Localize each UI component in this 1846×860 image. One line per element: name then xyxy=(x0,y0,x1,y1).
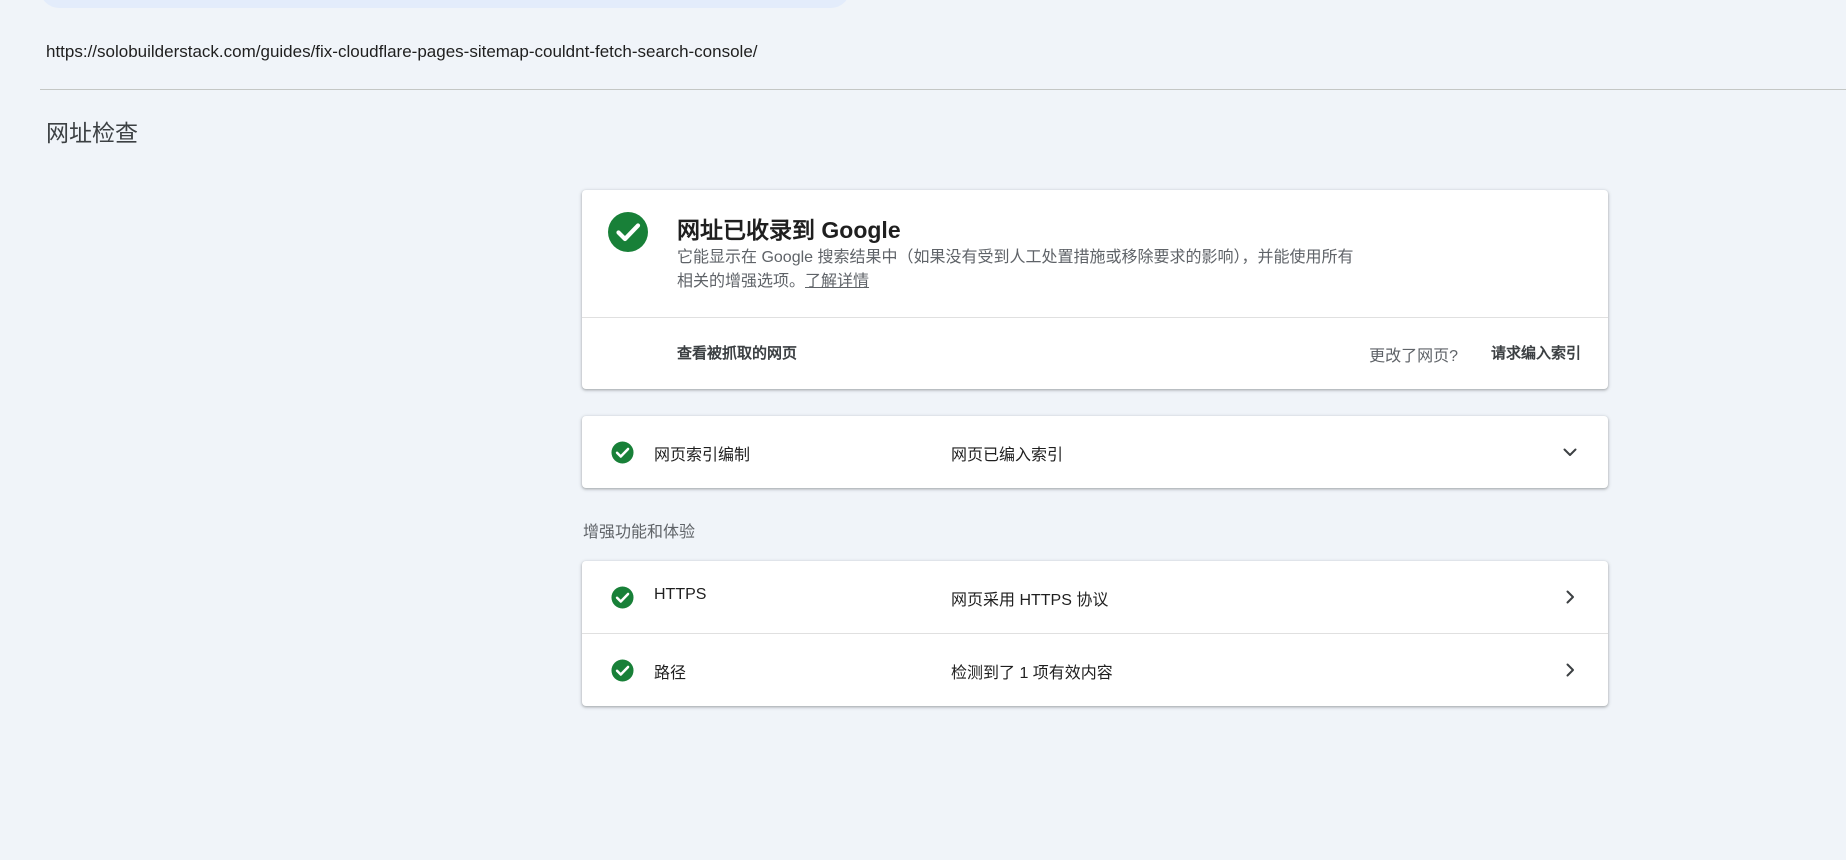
view-crawled-page-button[interactable]: 查看被抓取的网页 xyxy=(677,342,797,363)
page-title: 网址检查 xyxy=(46,120,138,146)
enhancements-section-label: 增强功能和体验 xyxy=(583,524,696,541)
indexing-row[interactable]: 网页索引编制 网页已编入索引 xyxy=(582,416,1608,488)
chevron-down-icon[interactable] xyxy=(1562,444,1578,460)
enhancement-label: 路径 xyxy=(654,665,687,682)
status-card: 网址已收录到 Google 它能显示在 Google 搜索结果中（如果没有受到人… xyxy=(582,190,1608,389)
status-summary: 网址已收录到 Google 它能显示在 Google 搜索结果中（如果没有受到人… xyxy=(582,190,1608,317)
check-circle-icon xyxy=(611,659,634,682)
indexing-card: 网页索引编制 网页已编入索引 xyxy=(582,416,1608,488)
learn-more-link[interactable]: 了解详情 xyxy=(805,273,869,290)
indexing-label: 网页索引编制 xyxy=(654,447,751,464)
chevron-right-icon[interactable] xyxy=(1562,662,1578,678)
search-bar-top[interactable] xyxy=(40,0,850,8)
status-title: 网址已收录到 Google xyxy=(677,217,901,243)
enhancement-value: 检测到了 1 项有效内容 xyxy=(951,665,1113,682)
status-actions: 查看被抓取的网页 更改了网页? 请求编入索引 xyxy=(582,318,1608,389)
enhancement-row-breadcrumbs[interactable]: 路径 检测到了 1 项有效内容 xyxy=(582,633,1608,706)
indexing-value: 网页已编入索引 xyxy=(951,447,1064,464)
enhancements-card: HTTPS 网页采用 HTTPS 协议 路径 检测到了 1 项有效内容 xyxy=(582,561,1608,706)
inspected-url: https://solobuilderstack.com/guides/fix-… xyxy=(46,42,758,61)
status-description-text: 它能显示在 Google 搜索结果中（如果没有受到人工处置措施或移除要求的影响）… xyxy=(677,249,1354,290)
request-indexing-button[interactable]: 请求编入索引 xyxy=(1491,342,1581,363)
status-description: 它能显示在 Google 搜索结果中（如果没有受到人工处置措施或移除要求的影响）… xyxy=(677,246,1357,294)
divider xyxy=(40,89,1846,90)
enhancement-value: 网页采用 HTTPS 协议 xyxy=(951,592,1109,609)
enhancement-label: HTTPS xyxy=(654,586,707,603)
changed-page-question: 更改了网页? xyxy=(1369,348,1458,365)
check-circle-icon xyxy=(608,212,648,252)
check-circle-icon xyxy=(611,586,634,609)
check-circle-icon xyxy=(611,441,634,464)
chevron-right-icon[interactable] xyxy=(1562,589,1578,605)
enhancement-row-https[interactable]: HTTPS 网页采用 HTTPS 协议 xyxy=(582,561,1608,633)
